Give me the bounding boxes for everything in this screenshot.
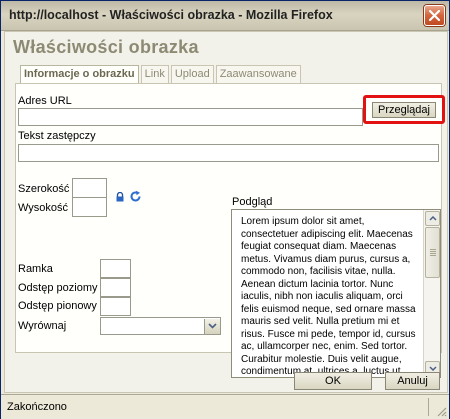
reset-size-icon[interactable] <box>129 190 142 203</box>
align-select[interactable] <box>100 317 221 335</box>
chevron-up-icon <box>429 216 437 221</box>
hspace-input[interactable] <box>100 278 131 297</box>
ok-button[interactable]: OK <box>294 372 372 390</box>
align-dropdown-button[interactable] <box>204 319 220 334</box>
scroll-up-button[interactable] <box>425 211 440 226</box>
tab-bar: Informacje o obrazku Link Upload Zaawans… <box>20 65 303 84</box>
browser-window: http://localhost - Właściwości obrazka -… <box>0 0 450 419</box>
status-text: Zakończono <box>7 401 67 413</box>
scroll-thumb[interactable] <box>425 227 440 278</box>
hspace-label: Odstęp poziomy <box>18 282 98 294</box>
image-info-panel: Adres URL Przeglądaj Tekst zastępczy Sze… <box>15 83 445 378</box>
alt-text-label: Tekst zastępczy <box>18 130 96 142</box>
resize-grip-icon[interactable] <box>435 405 447 417</box>
browse-button[interactable]: Przeglądaj <box>372 102 436 118</box>
chevron-down-icon <box>429 366 437 371</box>
close-icon <box>429 10 440 21</box>
status-bar: Zakończono <box>1 394 449 419</box>
thumb-grip-line <box>430 249 436 250</box>
close-button[interactable] <box>424 5 445 26</box>
tab-link[interactable]: Link <box>140 65 169 83</box>
thumb-grip-line <box>430 251 436 252</box>
preview-text: Lorem ipsum dolor sit amet, consectetuer… <box>241 216 416 377</box>
border-label: Ramka <box>18 263 53 275</box>
tab-image-info[interactable]: Informacje o obrazku <box>20 65 139 84</box>
preview-pane[interactable]: Lorem ipsum dolor sit amet, consectetuer… <box>231 209 441 378</box>
browse-highlight: Przeglądaj <box>363 95 445 124</box>
preview-scrollbar[interactable] <box>423 210 440 377</box>
dialog-title: Właściwości obrazka <box>13 37 199 57</box>
window-title: http://localhost - Właściwości obrazka -… <box>9 8 333 22</box>
image-properties-dialog: Właściwości obrazka Informacje o obrazku… <box>4 31 448 393</box>
vspace-input[interactable] <box>100 297 131 316</box>
url-label: Adres URL <box>18 95 72 107</box>
status-divider <box>428 398 429 416</box>
url-input[interactable] <box>18 108 363 126</box>
width-label: Szerokość <box>18 183 70 195</box>
cancel-button[interactable]: Anuluj <box>385 372 440 390</box>
alt-text-input[interactable] <box>18 144 439 162</box>
width-input[interactable] <box>72 178 107 198</box>
thumb-grip-line <box>430 253 436 254</box>
tab-advanced[interactable]: Zaawansowane <box>215 65 301 83</box>
align-label: Wyrównaj <box>18 320 67 332</box>
height-input[interactable] <box>72 197 107 217</box>
vspace-label: Odstęp pionowy <box>18 300 97 312</box>
preview-label: Podgląd <box>232 196 273 208</box>
title-bar[interactable]: http://localhost - Właściwości obrazka -… <box>1 1 449 31</box>
tab-upload[interactable]: Upload <box>170 65 214 83</box>
thumb-grip-line <box>430 255 436 256</box>
chevron-down-icon <box>208 323 217 329</box>
lock-icon[interactable] <box>115 192 125 202</box>
height-label: Wysokość <box>18 202 69 214</box>
border-input[interactable] <box>100 259 131 278</box>
